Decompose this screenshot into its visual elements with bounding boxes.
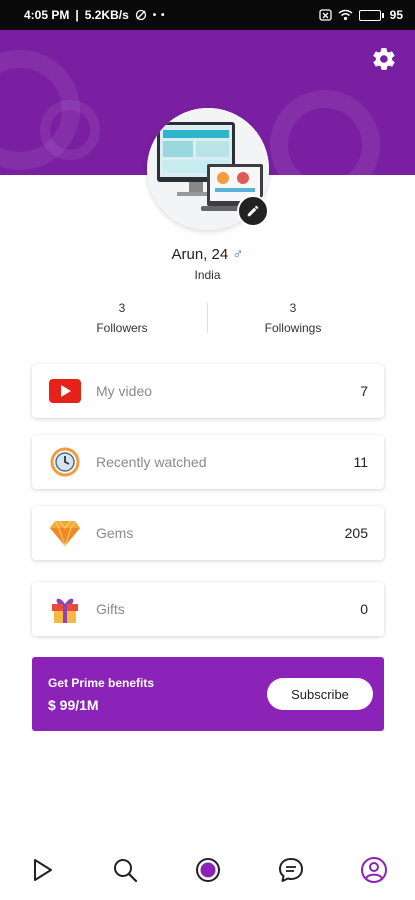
menu-item-count: 11 [353,454,368,470]
status-time: 4:05 PM [24,8,70,22]
followings-label: Followings [264,321,322,335]
menu-item-label: Recently watched [96,454,207,470]
followings-stat[interactable]: 3 Followings [218,298,368,338]
edit-profile-button[interactable] [237,195,269,227]
prime-banner: Get Prime benefits $ 99/1M Subscribe [32,657,384,731]
gender-male-icon: ♂ [232,246,244,263]
nav-chat-icon[interactable] [275,854,307,886]
nav-play-icon[interactable] [26,854,58,886]
clock-history-icon [48,445,82,479]
menu-item-recently-watched[interactable]: Recently watched 11 [32,435,384,489]
menu-item-gifts[interactable]: Gifts 0 [32,582,384,636]
subscribe-button[interactable]: Subscribe [267,678,373,710]
battery-icon [358,9,384,21]
pencil-icon [247,205,259,217]
menu-item-count: 0 [360,601,368,617]
menu-item-my-video[interactable]: My video 7 [32,364,384,418]
profile-name-line: Arun, 24 ♂ [0,246,415,263]
youtube-play-icon [48,374,82,408]
battery-level: 95 [389,8,403,22]
followers-count: 3 [118,301,126,315]
menu-item-label: Gifts [96,601,125,617]
nav-profile-icon[interactable] [358,854,390,886]
menu-item-gems[interactable]: Gems 205 [32,506,384,560]
stats-divider [207,303,208,333]
wifi-icon [338,9,353,21]
gift-icon [48,592,82,626]
sim-icon [318,9,332,21]
followers-label: Followers [96,321,148,335]
gem-icon [48,516,82,550]
prime-title: Get Prime benefits [48,676,155,690]
status-bar: 4:05 PM | 5.2KB/s • • 95 [0,0,415,30]
vpn-icon [135,9,146,21]
prime-price: $ 99/1M [48,697,99,713]
profile-country: India [194,268,221,282]
followers-stat[interactable]: 3 Followers [47,298,197,338]
status-network-speed: 5.2KB/s [84,8,129,22]
menu-item-count: 7 [360,383,368,399]
nav-search-icon[interactable] [109,854,141,886]
profile-name: Arun, 24 [171,246,229,263]
more-notifications-icon: • • [152,9,166,21]
followings-count: 3 [289,301,297,315]
menu-item-label: Gems [96,525,134,541]
settings-gear-icon[interactable] [371,46,397,72]
nav-live-dot-icon[interactable] [192,854,224,886]
bottom-navigation [0,840,415,900]
menu-item-count: 205 [344,525,368,541]
menu-item-label: My video [96,383,153,399]
follow-stats: 3 Followers 3 Followings [0,298,415,338]
